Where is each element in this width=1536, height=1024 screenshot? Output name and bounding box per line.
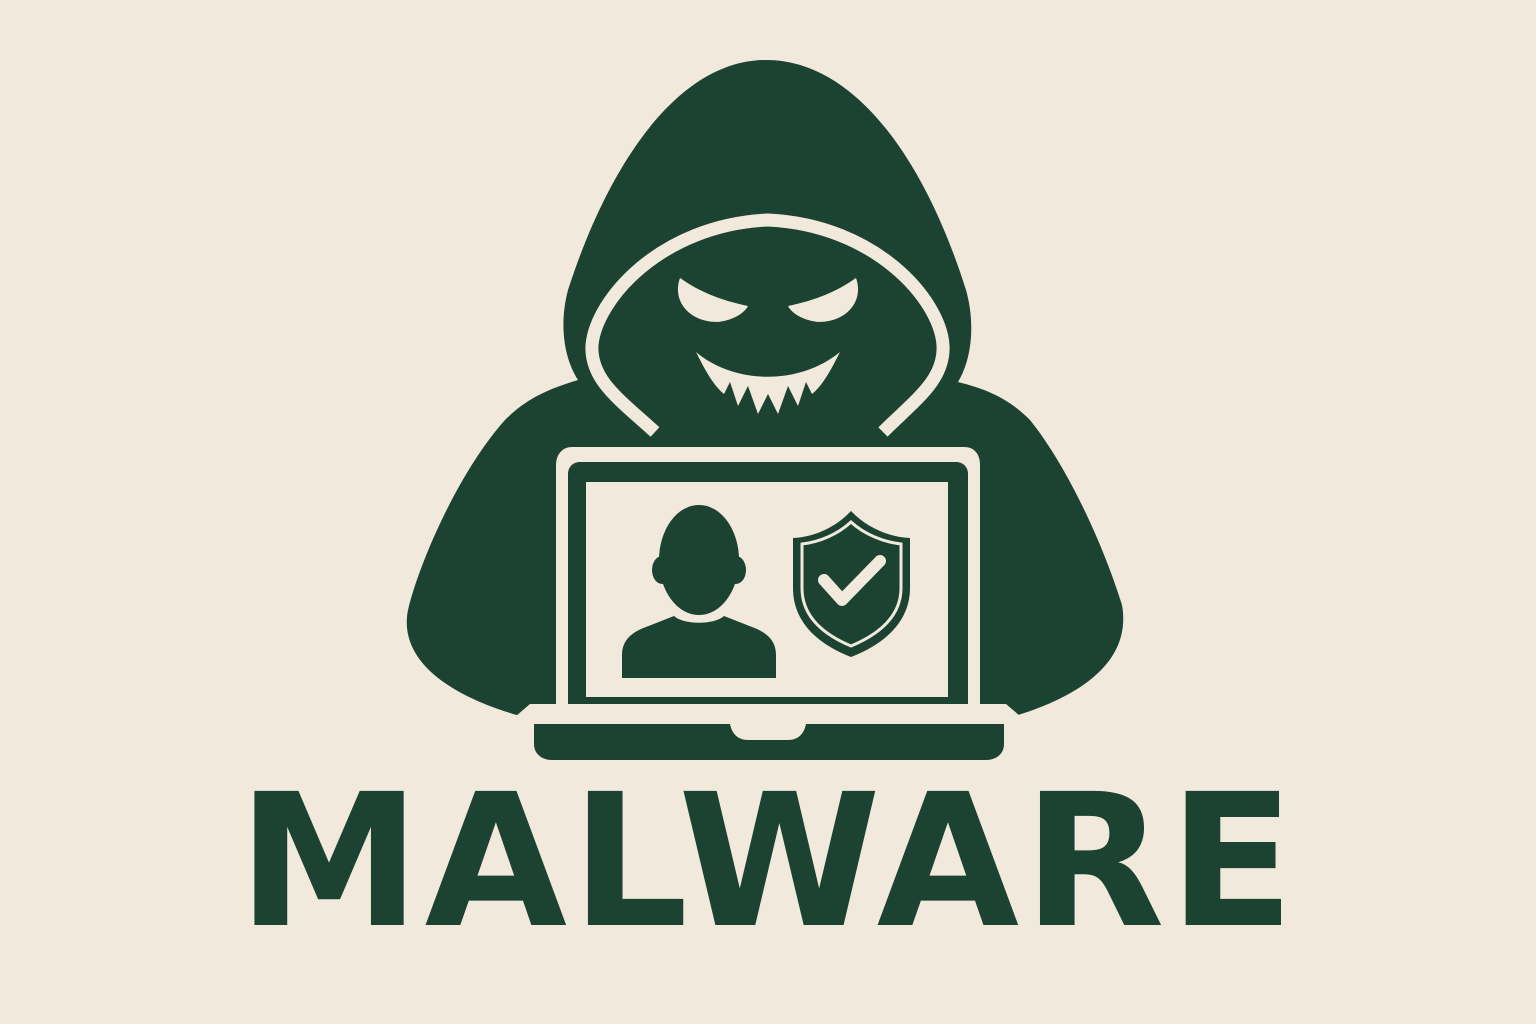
user-ear-left	[652, 556, 672, 584]
user-head	[659, 505, 739, 615]
malware-poster: MALWARE	[0, 0, 1536, 1024]
user-ear-right	[726, 556, 746, 584]
malware-title: MALWARE	[237, 755, 1299, 969]
laptop-notch	[730, 724, 806, 740]
laptop-icon	[516, 447, 1020, 770]
